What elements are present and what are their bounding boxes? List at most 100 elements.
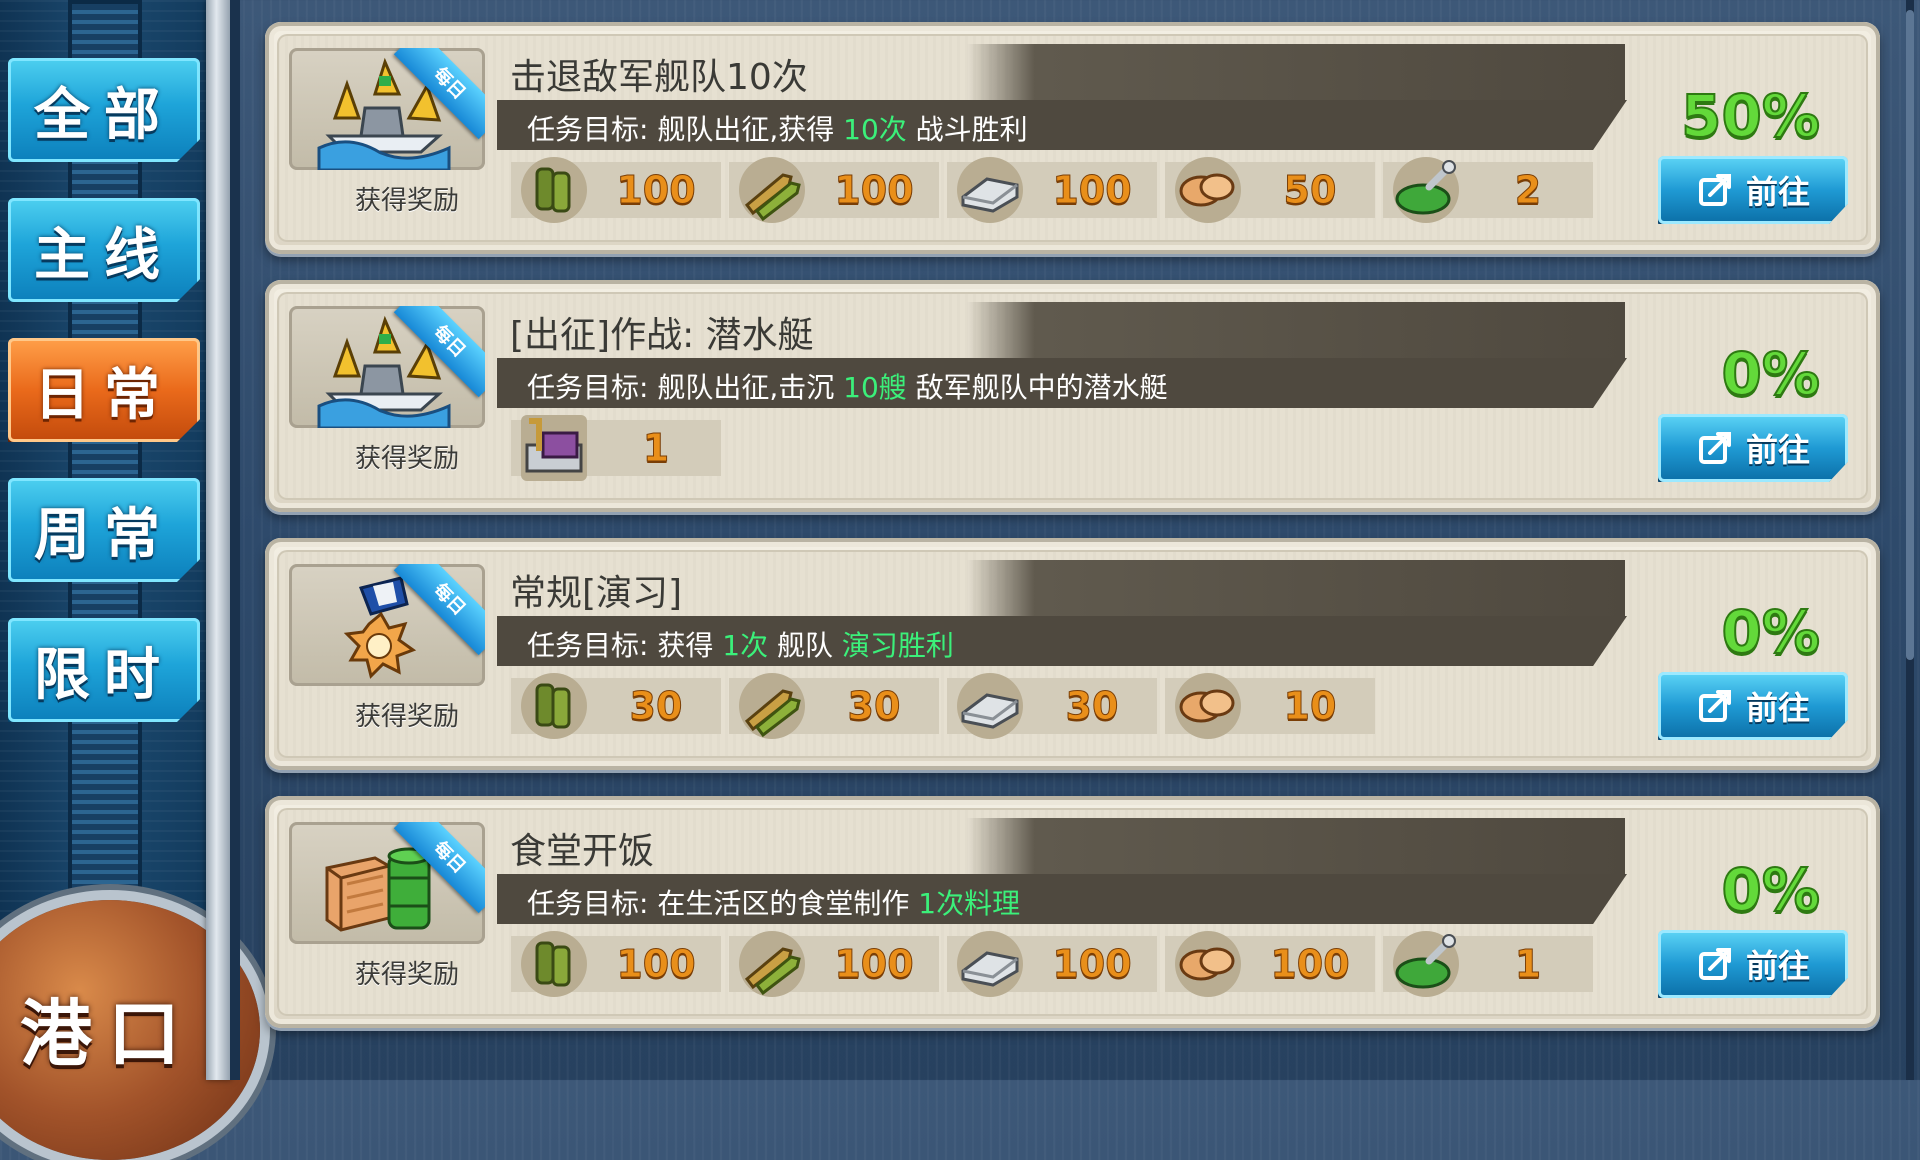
quest-icon-frame: 每日 [289, 822, 485, 944]
quest-goal: 任务目标: 获得 1次 舰队 演习胜利 [527, 624, 954, 664]
tab-main-story[interactable]: 主线 [8, 198, 200, 302]
reward-item: 100 [511, 157, 721, 223]
tab-label: 日常 [34, 362, 174, 428]
reward-item: 30 [729, 673, 939, 739]
quest-icon-frame: 每日 [289, 306, 485, 428]
goal-highlight: 10艘 [843, 371, 907, 404]
goal-text: 任务目标: 在生活区的食堂制作 [527, 887, 919, 920]
steel-icon [957, 931, 1023, 997]
goal-text: 敌军舰队中的潜水艇 [906, 371, 1168, 404]
go-button-label: 前往 [1745, 173, 1810, 211]
reward-item: 1 [511, 415, 721, 481]
goal-text: 任务目标: 舰队出征,击沉 [527, 371, 844, 404]
tab-label: 限时 [34, 642, 174, 708]
scrollbar-thumb[interactable] [1906, 10, 1914, 660]
quest-icon-frame: 每日 [289, 564, 485, 686]
go-button-label: 前往 [1745, 431, 1810, 469]
go-button-label: 前往 [1745, 947, 1810, 985]
reward-amount: 100 [834, 942, 914, 987]
quest-card: 每日 击退敌军舰队10次 任务目标: 舰队出征,获得 10次 战斗胜利 获得奖励… [265, 22, 1880, 254]
reward-item: 30 [511, 673, 721, 739]
tab-weekly[interactable]: 周常 [8, 478, 200, 582]
reward-amount: 30 [1065, 684, 1119, 729]
tab-label: 主线 [34, 222, 174, 288]
tab-all[interactable]: 全部 [8, 58, 200, 162]
reward-amount: 100 [616, 942, 696, 987]
sidebar-divider-shadow [230, 0, 240, 1080]
bauxite-icon [1175, 673, 1241, 739]
reward-amount: 1 [642, 426, 670, 471]
reward-item: 50 [1165, 157, 1375, 223]
reward-list: 30 30 30 10 [511, 673, 1375, 739]
fuel-icon [521, 157, 587, 223]
reward-item: 30 [947, 673, 1157, 739]
quest-goal: 任务目标: 舰队出征,获得 10次 战斗胜利 [527, 108, 1028, 148]
reward-item: 100 [1165, 931, 1375, 997]
bauxite-icon [1175, 931, 1241, 997]
go-button[interactable]: 前往 [1658, 672, 1848, 740]
reward-amount: 2 [1514, 168, 1542, 213]
construction-material-icon [521, 415, 587, 481]
goal-highlight: 1次 [722, 629, 769, 662]
reward-item: 10 [1165, 673, 1375, 739]
steel-icon [957, 673, 1023, 739]
reward-label: 获得奖励 [355, 960, 460, 990]
tab-label: 全部 [34, 82, 174, 148]
goal-highlight: 10次 [843, 113, 907, 146]
harbor-label: 港口 [20, 992, 197, 1076]
tab-daily[interactable]: 日常 [8, 338, 200, 442]
title-band [490, 818, 1625, 874]
quest-card: 每日 [出征]作战: 潜水艇 任务目标: 舰队出征,击沉 10艘 敌军舰队中的潜… [265, 280, 1880, 512]
goal-text: 舰队 [768, 629, 842, 662]
reward-amount: 10 [1283, 684, 1337, 729]
reward-item: 100 [947, 157, 1157, 223]
goal-text: 任务目标: 获得 [527, 629, 723, 662]
bauxite-icon [1175, 157, 1241, 223]
reward-amount: 30 [629, 684, 683, 729]
reward-item: 2 [1383, 157, 1593, 223]
reward-amount: 100 [1052, 168, 1132, 213]
reward-list: 1 [511, 415, 721, 481]
quest-title: [出征]作战: 潜水艇 [510, 315, 814, 356]
progress-percent: 0% [1721, 855, 1821, 925]
quest-goal: 任务目标: 在生活区的食堂制作 1次料理 [527, 882, 1020, 922]
go-arrow-icon [1698, 948, 1731, 980]
category-sidebar: 全部 主线 日常 周常 限时 港口 [0, 0, 260, 1160]
reward-label: 获得奖励 [355, 186, 460, 216]
ammo-icon [739, 157, 805, 223]
goal-text: 战斗胜利 [906, 113, 1028, 146]
go-button-label: 前往 [1745, 689, 1810, 727]
quest-title: 食堂开饭 [510, 831, 655, 872]
ammo-icon [739, 673, 805, 739]
go-arrow-icon [1698, 690, 1731, 722]
reward-amount: 100 [1270, 942, 1350, 987]
tab-limited[interactable]: 限时 [8, 618, 200, 722]
go-arrow-icon [1698, 174, 1731, 206]
reward-label: 获得奖励 [355, 702, 460, 732]
go-button[interactable]: 前往 [1658, 156, 1848, 224]
sidebar-divider [206, 0, 232, 1080]
quest-card: 每日 食堂开饭 任务目标: 在生活区的食堂制作 1次料理 获得奖励 100 100… [265, 796, 1880, 1028]
reward-item: 100 [511, 931, 721, 997]
go-button[interactable]: 前往 [1658, 414, 1848, 482]
repair-kit-icon [1393, 157, 1459, 223]
reward-item: 100 [729, 157, 939, 223]
goal-text: 任务目标: 舰队出征,获得 [527, 113, 844, 146]
steel-icon [957, 157, 1023, 223]
go-arrow-icon [1698, 432, 1731, 464]
reward-amount: 100 [834, 168, 914, 213]
repair-kit-icon [1393, 931, 1459, 997]
reward-item: 1 [1383, 931, 1593, 997]
go-button[interactable]: 前往 [1658, 930, 1848, 998]
reward-list: 100 100 100 100 1 [511, 931, 1593, 997]
quest-icon-frame: 每日 [289, 48, 485, 170]
quest-card: 每日 常规[演习] 任务目标: 获得 1次 舰队 演习胜利 获得奖励 30 30 3… [265, 538, 1880, 770]
goal-highlight: 演习胜利 [841, 629, 954, 662]
reward-item: 100 [729, 931, 939, 997]
quest-title: 常规[演习] [510, 573, 683, 614]
reward-amount: 50 [1283, 168, 1337, 213]
goal-highlight: 1次料理 [918, 887, 1021, 920]
progress-percent: 0% [1721, 597, 1821, 667]
quest-goal: 任务目标: 舰队出征,击沉 10艘 敌军舰队中的潜水艇 [527, 366, 1168, 406]
reward-item: 100 [947, 931, 1157, 997]
